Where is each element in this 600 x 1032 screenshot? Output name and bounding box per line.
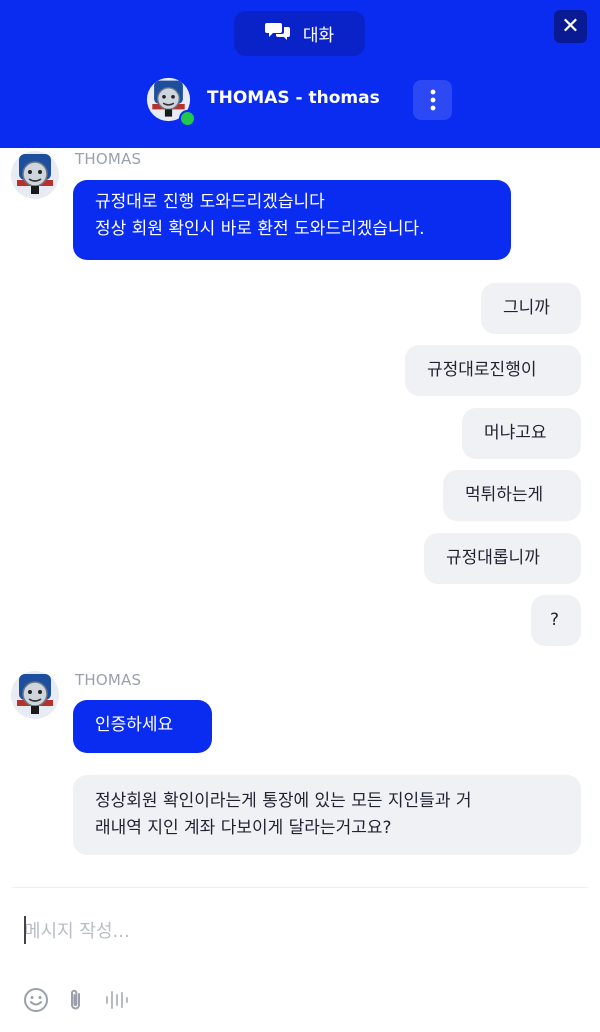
- attach-button[interactable]: [62, 986, 90, 1014]
- text-caret: [24, 916, 26, 944]
- agent-message-avatar: [11, 151, 59, 199]
- message-line: 래내역 지인 계좌 다보이게 달라는거고요?: [95, 818, 392, 838]
- user-message-bubble: 규정대로진행이: [405, 345, 581, 396]
- composer-divider: [12, 887, 588, 888]
- agent-message-bubble: 인증하세요: [73, 700, 212, 753]
- voice-button[interactable]: [102, 986, 130, 1014]
- online-status-dot: [179, 110, 196, 127]
- user-message-bubble: ?: [531, 595, 581, 646]
- tab-conversation[interactable]: 대화: [234, 11, 365, 56]
- agent-message-bubble: 규정대로 진행 도와드리겠습니다 정상 회원 확인시 바로 환전 도와드리겠습니…: [73, 180, 511, 260]
- sender-name: THOMAS: [75, 671, 142, 689]
- paperclip-icon: [71, 989, 80, 1010]
- message-line: 정상 회원 확인시 바로 환전 도와드리겠습니다.: [95, 219, 425, 239]
- chat-header: 대화 ✕ THOMAS - thomas: [0, 0, 600, 148]
- tab-label: 대화: [302, 26, 335, 46]
- chat-bubbles-icon: [264, 20, 291, 47]
- agent-message-avatar: [11, 671, 59, 719]
- more-options-button[interactable]: [413, 80, 452, 120]
- user-message-bubble: 먹튀하는게: [443, 470, 581, 521]
- user-message-bubble: 규정대롭니까: [424, 533, 581, 584]
- voice-wave-icon: [106, 991, 128, 1009]
- close-button[interactable]: ✕: [554, 10, 587, 43]
- kebab-menu-icon: [430, 89, 435, 111]
- smiley-icon: [24, 988, 48, 1012]
- message-input[interactable]: [22, 910, 586, 952]
- message-line: 정상회원 확인이라는게 통장에 있는 모든 지인들과 거: [95, 791, 472, 811]
- sender-name: THOMAS: [75, 150, 142, 168]
- emoji-button[interactable]: [22, 986, 50, 1014]
- user-message-bubble: 그니까: [481, 283, 581, 334]
- agent-message-bubble: 정상회원 확인이라는게 통장에 있는 모든 지인들과 거 래내역 지인 계좌 다…: [73, 775, 581, 855]
- agent-title: THOMAS - thomas: [207, 88, 380, 108]
- user-message-bubble: 머냐고요: [462, 408, 581, 459]
- message-line: 규정대로 진행 도와드리겠습니다: [95, 192, 325, 212]
- close-icon: ✕: [561, 13, 580, 39]
